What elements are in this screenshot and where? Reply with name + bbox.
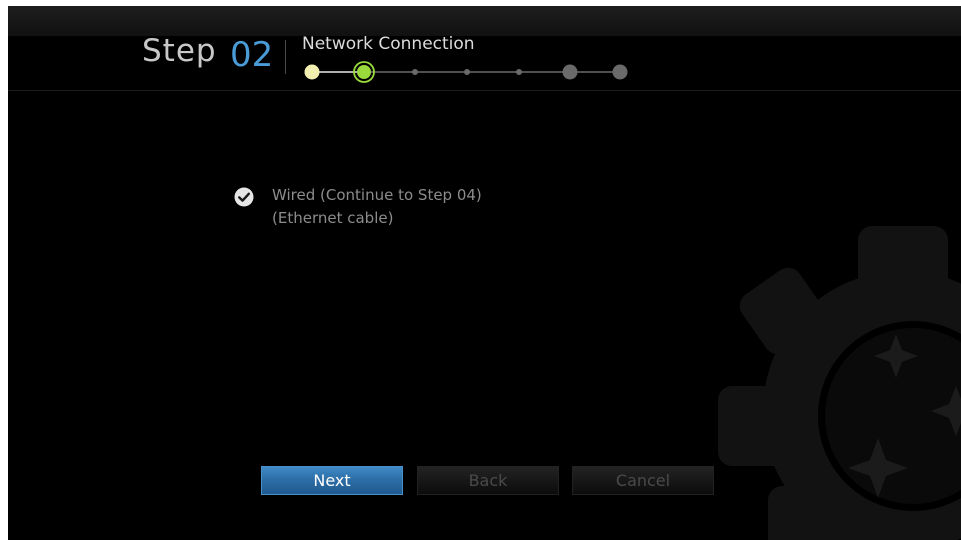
back-button[interactable]: Back	[417, 466, 559, 495]
progress-step-1-dot	[304, 64, 320, 80]
progress-step-3-dot	[412, 69, 418, 75]
top-bar	[8, 6, 961, 36]
step-number: 02	[230, 35, 274, 75]
wired-option-label: Wired (Continue to Step 04)	[272, 186, 482, 204]
check-circle-icon	[234, 187, 254, 207]
gear-watermark-icon	[708, 216, 961, 540]
next-button[interactable]: Next	[261, 466, 403, 495]
wired-option-sublabel: (Ethernet cable)	[272, 209, 394, 227]
progress-step-4-dot	[464, 69, 470, 75]
step-progress-indicator	[298, 58, 638, 88]
step-label: Step	[142, 33, 217, 69]
header-divider	[8, 90, 961, 91]
progress-step-5-dot	[516, 69, 522, 75]
progress-step-7-dot	[612, 64, 628, 80]
progress-step-6-dot	[562, 64, 578, 80]
setup-wizard-screen: Step 02 Network Connection Wired (Contin…	[8, 6, 961, 540]
progress-step-2-dot	[357, 65, 371, 79]
header-separator	[285, 40, 286, 74]
cancel-button[interactable]: Cancel	[572, 466, 714, 495]
page-title: Network Connection	[302, 34, 475, 54]
